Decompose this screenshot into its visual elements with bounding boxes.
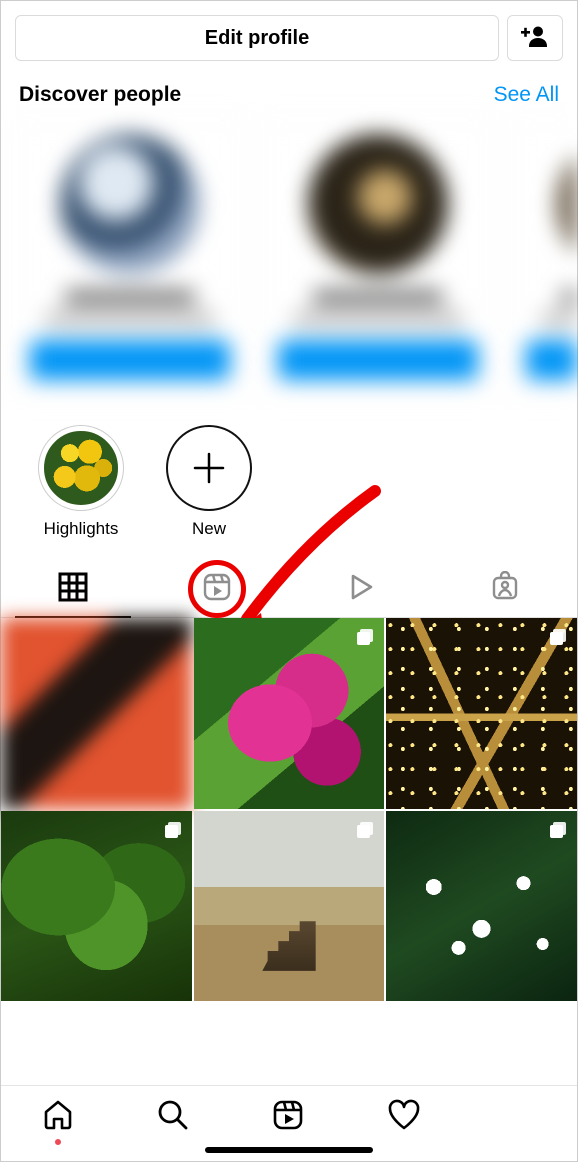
tab-posts-grid[interactable] — [1, 561, 145, 617]
highlight-label: New — [192, 519, 226, 539]
highlight-label: Highlights — [44, 519, 119, 539]
avatar — [308, 134, 448, 274]
edit-profile-label: Edit profile — [205, 27, 309, 50]
post-thumbnail[interactable] — [386, 618, 577, 809]
tagged-icon — [489, 571, 521, 608]
home-icon — [41, 1119, 75, 1136]
reels-icon — [271, 1119, 305, 1136]
suggested-subtext — [293, 312, 463, 326]
nav-activity[interactable] — [386, 1098, 422, 1137]
suggested-people-carousel[interactable] — [1, 119, 577, 403]
post-thumbnail[interactable] — [386, 811, 577, 1002]
grid-icon — [57, 571, 89, 608]
suggested-person-card[interactable] — [15, 119, 245, 395]
tab-reels[interactable] — [145, 561, 289, 617]
suggested-subtext — [45, 312, 215, 326]
play-icon — [345, 571, 377, 608]
suggested-name — [561, 290, 577, 304]
notification-dot — [55, 1139, 61, 1145]
avatar — [556, 134, 577, 274]
suggested-subtext — [541, 312, 577, 326]
follow-button[interactable] — [526, 340, 577, 380]
discover-people-button[interactable] — [507, 15, 563, 61]
new-highlight-button[interactable]: New — [159, 425, 259, 539]
tab-video[interactable] — [289, 561, 433, 617]
suggested-person-card[interactable] — [511, 119, 577, 395]
suggested-name — [65, 290, 195, 304]
nav-reels[interactable] — [271, 1098, 305, 1137]
carousel-icon — [547, 819, 569, 846]
posts-grid — [1, 618, 577, 1001]
home-indicator — [205, 1147, 373, 1153]
story-highlight[interactable]: Highlights — [31, 425, 131, 539]
carousel-icon — [162, 819, 184, 846]
nav-home[interactable] — [41, 1098, 75, 1137]
carousel-icon — [354, 626, 376, 653]
tab-tagged[interactable] — [433, 561, 577, 617]
discover-people-title: Discover people — [19, 83, 181, 107]
post-thumbnail[interactable] — [1, 811, 192, 1002]
nav-search[interactable] — [156, 1098, 190, 1137]
avatar — [60, 134, 200, 274]
follow-button[interactable] — [278, 340, 478, 380]
suggested-person-card[interactable] — [263, 119, 493, 395]
search-icon — [156, 1119, 190, 1136]
plus-circle-icon — [166, 425, 252, 511]
suggested-name — [313, 290, 443, 304]
highlight-ring — [38, 425, 124, 511]
post-thumbnail[interactable] — [194, 811, 385, 1002]
follow-button[interactable] — [30, 340, 230, 380]
carousel-icon — [547, 626, 569, 653]
add-person-icon — [521, 25, 549, 52]
highlight-cover — [42, 429, 120, 507]
post-thumbnail[interactable] — [194, 618, 385, 809]
see-all-link[interactable]: See All — [494, 83, 559, 107]
post-thumbnail[interactable] — [1, 618, 192, 809]
edit-profile-button[interactable]: Edit profile — [15, 15, 499, 61]
carousel-icon — [354, 819, 376, 846]
heart-icon — [386, 1119, 422, 1136]
annotation-circle — [188, 560, 246, 618]
